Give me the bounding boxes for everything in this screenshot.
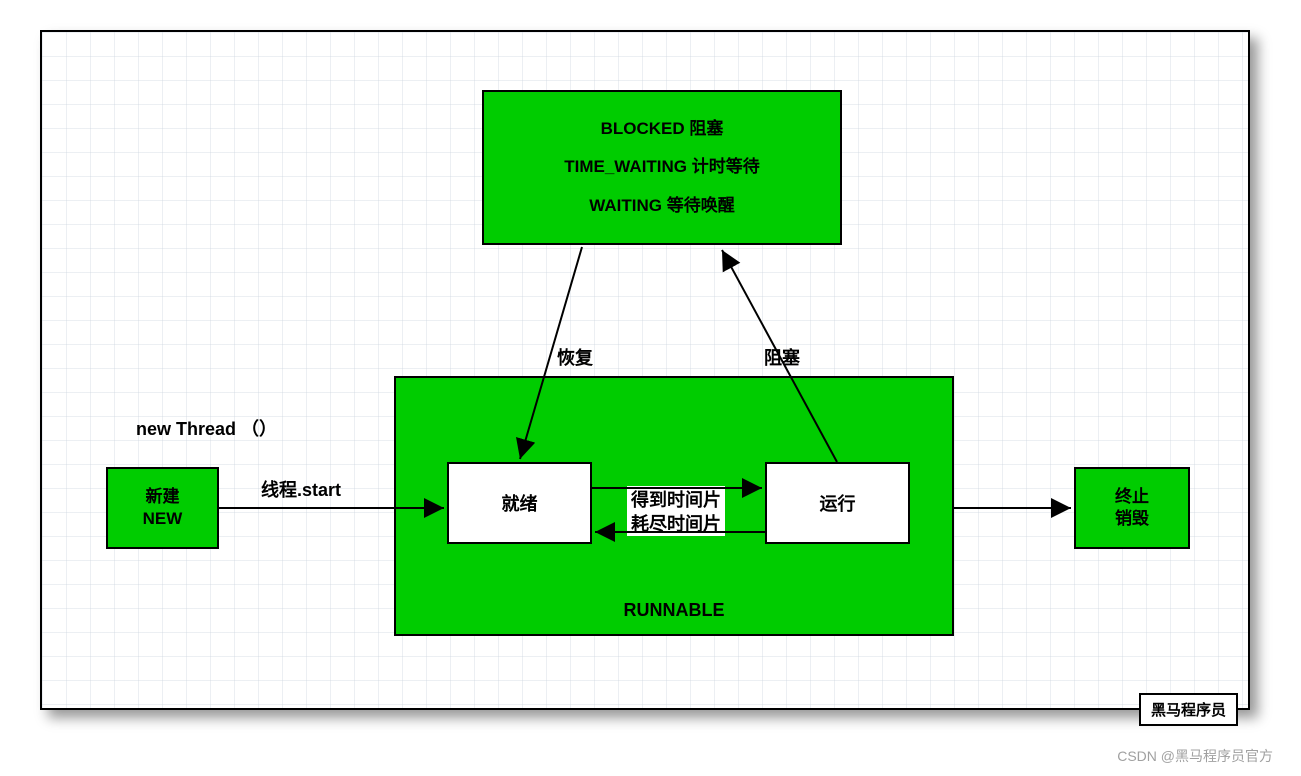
state-running-box: 运行 <box>765 462 910 544</box>
start-label: 线程.start <box>261 476 341 502</box>
new-line1: 新建 <box>146 486 180 508</box>
runnable-label: RUNNABLE <box>624 599 725 622</box>
exhaust-timeslice-label: 耗尽时间片 <box>627 510 725 536</box>
time-waiting-line: TIME_WAITING 计时等待 <box>564 156 760 178</box>
terminate-line1: 终止 <box>1115 486 1149 508</box>
diagram-frame: BLOCKED 阻塞 TIME_WAITING 计时等待 WAITING 等待唤… <box>40 30 1250 710</box>
new-line2: NEW <box>143 508 183 530</box>
state-terminate-box: 终止 销毁 <box>1074 467 1190 549</box>
state-blocked-waiting-box: BLOCKED 阻塞 TIME_WAITING 计时等待 WAITING 等待唤… <box>482 90 842 245</box>
resume-label: 恢复 <box>557 344 593 370</box>
state-new-box: 新建 NEW <box>106 467 219 549</box>
get-timeslice-label: 得到时间片 <box>627 486 725 512</box>
waiting-line: WAITING 等待唤醒 <box>589 195 734 217</box>
state-ready-box: 就绪 <box>447 462 592 544</box>
terminate-line2: 销毁 <box>1115 508 1149 530</box>
watermark-badge: 黑马程序员 <box>1139 693 1238 726</box>
new-thread-label: new Thread （） <box>136 415 277 441</box>
blocked-line: BLOCKED 阻塞 <box>601 118 724 140</box>
block-label: 阻塞 <box>764 344 800 370</box>
csdn-watermark: CSDN @黑马程序员官方 <box>1117 746 1273 766</box>
